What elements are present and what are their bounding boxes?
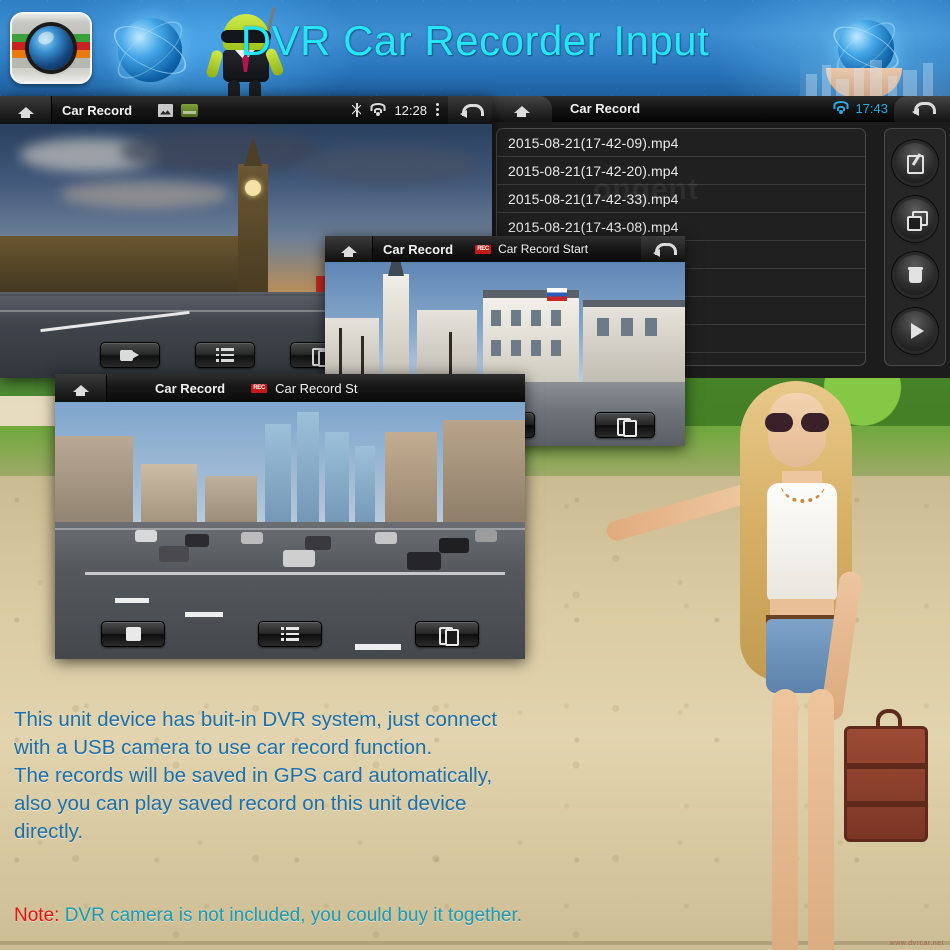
back-arrow-icon [653,242,677,257]
back-button[interactable] [641,236,685,262]
list-item[interactable]: 2015-08-21(17-42-20).mp4 [497,157,865,185]
screen1-clock: 12:28 [394,102,427,118]
home-icon [341,242,357,257]
note-label: Note: [14,905,60,926]
panel-status-bar: Car Record 17:43 [490,95,950,122]
gallery-icon [617,417,637,437]
bluetooth-icon [352,103,362,117]
trash-icon [907,267,923,283]
description-line-2: with a USB camera to use car record func… [14,736,433,759]
play-button[interactable] [895,311,935,351]
screen2-title: Car Record [383,241,454,257]
screen1-status-bar: Car Record 12:28 [0,96,492,124]
screen3-status: Car Record St [275,380,358,396]
gallery-button[interactable] [414,621,479,647]
stop-button[interactable] [101,621,166,647]
stop-icon [125,627,141,641]
description-line-3: The records will be saved in GPS card au… [14,764,493,787]
video-camera-icon [120,349,140,362]
list-icon [216,348,234,362]
screen3-title: Car Record [155,380,226,396]
screen1-button-bar [100,342,350,368]
screen3-preview [55,402,525,659]
back-button[interactable] [894,95,950,122]
file-list-button[interactable] [195,342,255,368]
gallery-button[interactable] [595,412,655,438]
model-photo [604,371,928,950]
corner-watermark: www.dvrcar.net [889,940,944,947]
rec-badge-icon [475,244,492,254]
wifi-icon [833,101,849,114]
sd-card-icon [181,103,199,117]
delete-button[interactable] [895,255,935,295]
overflow-menu-icon[interactable] [436,103,440,117]
list-icon [280,627,299,641]
wifi-icon [370,102,386,116]
file-list-button[interactable] [257,621,322,647]
home-button[interactable] [55,374,107,402]
back-button[interactable] [448,96,492,124]
screen1-title: Car Record [62,102,133,118]
home-button[interactable] [0,96,52,124]
list-item[interactable]: 2015-08-21(17-42-33).mp4 [497,185,865,213]
device-screen-front: Car Record Car Record St [55,374,525,659]
page-root: DVR Car Recorder Input Car Record 17:43 … [0,0,950,950]
record-button[interactable] [100,342,160,368]
list-item[interactable]: 2015-08-21(17-42-09).mp4 [497,129,865,157]
page-banner: DVR Car Recorder Input [0,0,950,96]
select-edit-button[interactable] [895,143,935,183]
screen2-status-bar: Car Record Car Record Start [325,236,685,262]
copy-icon [906,211,928,231]
panel-clock: 17:43 [855,101,888,116]
note-text: Note: DVR camera is not included, you co… [14,905,522,927]
home-icon [73,381,89,396]
screen3-button-bar [55,621,525,647]
back-arrow-icon [460,103,484,118]
page-title: DVR Car Recorder Input [240,17,710,64]
gallery-icon [438,626,459,646]
back-arrow-icon [912,101,936,116]
home-button[interactable] [490,95,552,122]
select-edit-icon [906,155,924,174]
select-all-button[interactable] [895,199,935,239]
panel-title: Car Record [570,101,641,116]
screen3-status-bar: Car Record Car Record St [55,374,525,402]
description-line-5: directly. [14,820,84,843]
panel-action-bar [884,128,946,366]
picture-icon [158,103,174,117]
play-icon [910,323,924,339]
rec-badge-icon [251,383,268,393]
home-button[interactable] [325,236,373,262]
home-icon [18,103,34,118]
description-text: This unit device has buit-in DVR system,… [14,706,614,846]
description-line-4: also you can play saved record on this u… [14,792,467,815]
home-icon [513,102,530,117]
description-line-1: This unit device has buit-in DVR system,… [14,708,498,731]
screen2-status: Car Record Start [498,242,589,256]
note-body: DVR camera is not included, you could bu… [59,905,523,926]
